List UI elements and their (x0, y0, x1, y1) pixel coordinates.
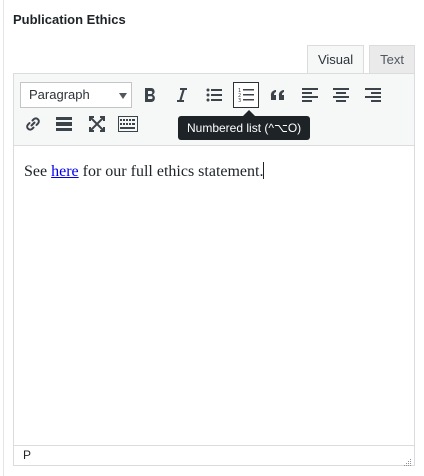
horizontal-rule-icon (56, 117, 72, 131)
element-path[interactable]: P (23, 448, 31, 462)
keyboard-icon (118, 116, 138, 132)
content-text-before: See (24, 163, 52, 180)
chevron-down-icon (119, 93, 127, 99)
resize-handle-icon[interactable] (403, 454, 412, 466)
bold-button[interactable] (137, 82, 163, 108)
bulleted-list-icon (206, 88, 222, 102)
tooltip: Numbered list (^⌥O) (178, 116, 311, 140)
editor: Paragraph 123 Numbered list (^⌥O) See he… (13, 73, 415, 466)
align-right-icon (365, 88, 381, 102)
keyboard-toggle-button[interactable] (115, 111, 141, 137)
here-link[interactable]: here (51, 163, 79, 180)
tab-visual[interactable]: Visual (306, 45, 365, 74)
align-left-icon (302, 88, 318, 102)
format-select[interactable]: Paragraph (20, 82, 132, 108)
align-left-button[interactable] (297, 82, 323, 108)
align-center-icon (333, 88, 349, 102)
blockquote-icon (270, 89, 286, 101)
content-text-after: for our full ethics statement. (78, 163, 264, 180)
align-right-button[interactable] (360, 82, 386, 108)
italic-button[interactable] (168, 82, 194, 108)
fullscreen-button[interactable] (84, 111, 110, 137)
link-icon (24, 115, 42, 133)
italic-icon (174, 87, 188, 103)
bulleted-list-button[interactable] (201, 82, 227, 108)
tab-text[interactable]: Text (369, 45, 415, 74)
editor-toolbar: Paragraph 123 Numbered list (^⌥O) (14, 74, 414, 146)
svg-text:3: 3 (238, 98, 241, 103)
numbered-list-button[interactable]: 123 (233, 82, 259, 108)
fullscreen-icon (89, 116, 105, 132)
horizontal-rule-button[interactable] (51, 111, 77, 137)
editor-tabs: Visual Text (302, 45, 415, 74)
numbered-list-icon: 123 (238, 87, 254, 103)
editor-content[interactable]: See here for our full ethics statement. (24, 162, 404, 181)
format-select-value: Paragraph (29, 87, 90, 102)
panel-border (3, 0, 4, 476)
text-cursor (263, 162, 265, 179)
blockquote-button[interactable] (265, 82, 291, 108)
editor-statusbar: P (14, 445, 414, 466)
bold-icon (143, 87, 157, 103)
align-center-button[interactable] (328, 82, 354, 108)
link-button[interactable] (20, 111, 46, 137)
section-title: Publication Ethics (13, 12, 126, 27)
